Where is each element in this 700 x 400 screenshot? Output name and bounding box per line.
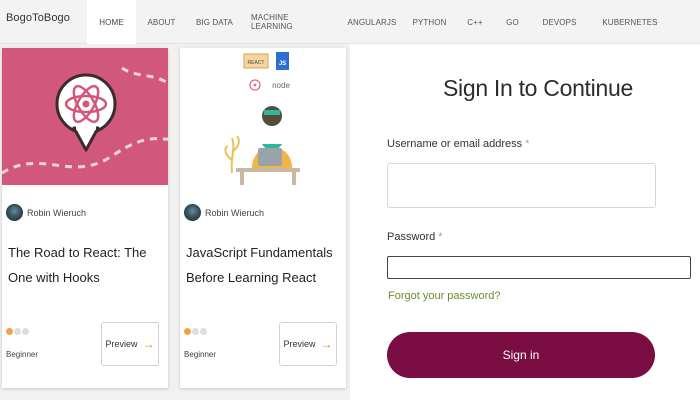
author-name: Robin Wieruch <box>205 207 265 218</box>
preview-label: Preview <box>283 339 316 349</box>
difficulty-indicator <box>6 328 30 335</box>
js-tag: JS <box>279 61 286 67</box>
author-name: Robin Wieruch <box>27 207 87 218</box>
password-label: Password * <box>387 231 443 243</box>
course-card[interactable]: Robin Wieruch The Road to React: The One… <box>2 48 168 388</box>
course-thumbnail[interactable] <box>2 48 168 185</box>
nav-item-machine-learning[interactable]: MACHINE LEARNING <box>242 0 338 44</box>
author-avatar <box>6 204 23 221</box>
arrow-right-icon: → <box>142 337 155 351</box>
react-tag: REACT <box>248 60 265 66</box>
preview-label: Preview <box>105 339 138 349</box>
course-level: Beginner <box>6 350 39 359</box>
author-avatar <box>184 204 201 221</box>
signin-heading: Sign In to Continue <box>443 75 633 101</box>
course-title[interactable]: The Road to React: The One with Hooks <box>8 240 163 290</box>
preview-button[interactable]: Preview → <box>279 322 337 366</box>
password-input[interactable] <box>387 256 691 279</box>
nav-item-python[interactable]: PYTHON <box>406 0 453 44</box>
username-input[interactable] <box>387 163 656 208</box>
nav-item-devops[interactable]: DEVOPS <box>528 0 591 44</box>
nav-item-about[interactable]: ABOUT <box>136 0 187 44</box>
difficulty-dot <box>200 328 207 335</box>
nav-item-big-data[interactable]: BIG DATA <box>187 0 242 44</box>
signin-button[interactable]: Sign in <box>387 332 655 378</box>
course-thumbnail[interactable]: REACT JS node <box>180 48 346 185</box>
username-label: Username or email address * <box>387 138 529 150</box>
course-author: Robin Wieruch <box>6 204 86 221</box>
required-mark: * <box>438 231 443 243</box>
nav-menu: HOME ABOUT BIG DATA MACHINE LEARNING ANG… <box>87 0 669 44</box>
course-level: Beginner <box>184 350 217 359</box>
node-tag: node <box>272 81 290 90</box>
forgot-password-link[interactable]: Forgot your password? <box>388 290 501 302</box>
nav-item-angularjs[interactable]: ANGULARJS <box>338 0 406 44</box>
nav-item-go[interactable]: GO <box>497 0 528 44</box>
difficulty-indicator <box>184 328 208 335</box>
difficulty-dot <box>6 328 13 335</box>
difficulty-dot <box>184 328 191 335</box>
username-label-text: Username or email address <box>387 138 523 150</box>
arrow-right-icon: → <box>320 337 333 351</box>
required-mark: * <box>525 138 530 150</box>
course-author: Robin Wieruch <box>184 204 264 221</box>
difficulty-dot <box>14 328 21 335</box>
top-navbar: BogoToBogo HOME ABOUT BIG DATA MACHINE L… <box>0 0 700 44</box>
difficulty-dot <box>192 328 199 335</box>
course-title[interactable]: JavaScript Fundamentals Before Learning … <box>186 240 341 290</box>
react-hooks-illustration <box>2 48 168 185</box>
password-label-text: Password <box>387 231 436 243</box>
js-fundamentals-illustration: REACT JS node <box>180 48 346 185</box>
site-brand[interactable]: BogoToBogo <box>6 12 70 24</box>
difficulty-dot <box>22 328 29 335</box>
nav-item-home[interactable]: HOME <box>87 0 136 44</box>
preview-button[interactable]: Preview → <box>101 322 159 366</box>
nav-item-kubernetes[interactable]: KUBERNETES <box>591 0 669 44</box>
nav-item-cpp[interactable]: C++ <box>453 0 497 44</box>
course-card[interactable]: REACT JS node Robin Wieruch JavaScript F… <box>180 48 346 388</box>
